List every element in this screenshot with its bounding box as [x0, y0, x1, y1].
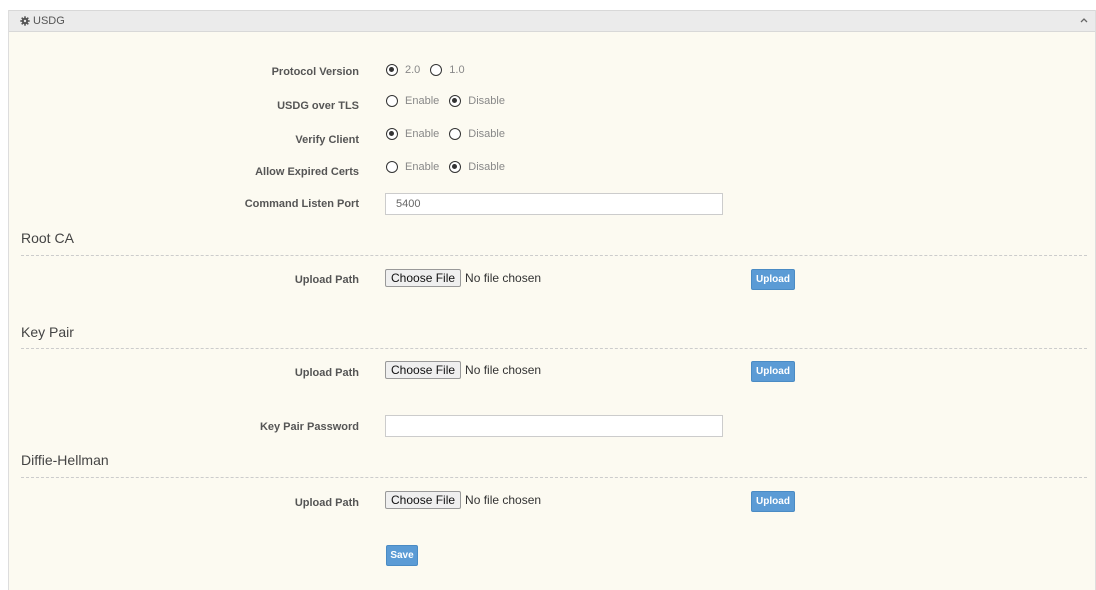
root-ca-file-status: No file chosen [465, 271, 542, 285]
panel-title: USDG [33, 15, 65, 27]
protocol-version-option-label: 1.0 [449, 64, 465, 76]
usdg-over-tls-enable-radio[interactable] [386, 95, 398, 107]
root-ca-divider [21, 255, 1087, 256]
root-ca-section-title: Root CA [21, 230, 74, 246]
usdg-over-tls-radio-group: Enable Disable [386, 94, 515, 108]
diffie-hellman-upload-path-label: Upload Path [294, 497, 359, 509]
diffie-hellman-choose-file-button[interactable]: Choose File [385, 491, 462, 509]
allow-expired-certs-option-label: Enable [405, 161, 440, 173]
command-listen-port-label: Command Listen Port [244, 198, 359, 210]
protocol-version-label: Protocol Version [271, 66, 359, 78]
key-pair-divider [21, 348, 1087, 349]
diffie-hellman-file-input: Choose File No file chosen [385, 491, 541, 509]
key-pair-file-input: Choose File No file chosen [385, 361, 541, 379]
protocol-version-option-label: 2.0 [405, 64, 421, 76]
usdg-over-tls-option-label: Disable [468, 95, 505, 107]
verify-client-disable-radio[interactable] [449, 128, 462, 140]
key-pair-upload-path-label: Upload Path [294, 367, 359, 379]
verify-client-label: Verify Client [295, 134, 359, 146]
chevron-up-icon[interactable] [1079, 15, 1089, 25]
diffie-hellman-divider [21, 477, 1087, 478]
diffie-hellman-file-status: No file chosen [465, 493, 542, 507]
diffie-hellman-upload-button[interactable]: Upload [751, 491, 795, 512]
root-ca-upload-button[interactable]: Upload [751, 269, 795, 290]
verify-client-option-label: Disable [468, 128, 505, 140]
allow-expired-certs-option-label: Disable [468, 161, 505, 173]
verify-client-radio-group: Enable Disable [386, 127, 515, 141]
save-button[interactable]: Save [386, 545, 418, 566]
verify-client-option-label: Enable [405, 128, 440, 140]
key-pair-upload-button[interactable]: Upload [751, 361, 795, 382]
allow-expired-certs-radio-group: Enable Disable [386, 160, 515, 174]
diffie-hellman-section-title: Diffie-Hellman [21, 452, 109, 468]
protocol-version-radio-group: 2.0 1.0 [386, 63, 475, 77]
allow-expired-certs-disable-radio[interactable] [449, 161, 462, 173]
key-pair-choose-file-button[interactable]: Choose File [385, 361, 462, 379]
command-listen-port-input[interactable]: 5400 [385, 193, 723, 215]
verify-client-enable-radio[interactable] [386, 128, 398, 140]
gear-icon [20, 16, 30, 26]
allow-expired-certs-label: Allow Expired Certs [255, 166, 359, 178]
key-pair-section-title: Key Pair [21, 324, 74, 340]
root-ca-upload-path-label: Upload Path [294, 274, 359, 286]
protocol-version-1-0-radio[interactable] [430, 64, 443, 76]
protocol-version-2-0-radio[interactable] [386, 64, 398, 76]
usdg-over-tls-option-label: Enable [405, 95, 440, 107]
allow-expired-certs-enable-radio[interactable] [386, 161, 398, 173]
key-pair-password-label: Key Pair Password [259, 421, 359, 433]
root-ca-choose-file-button[interactable]: Choose File [385, 269, 462, 287]
usdg-panel: USDG Protocol Version 2.0 1.0 USDG over … [8, 10, 1096, 590]
panel-header[interactable]: USDG [9, 10, 1095, 32]
key-pair-password-input[interactable] [385, 415, 723, 437]
usdg-over-tls-disable-radio[interactable] [449, 95, 462, 107]
usdg-over-tls-label: USDG over TLS [277, 100, 359, 112]
root-ca-file-input: Choose File No file chosen [385, 269, 541, 287]
key-pair-file-status: No file chosen [465, 363, 542, 377]
